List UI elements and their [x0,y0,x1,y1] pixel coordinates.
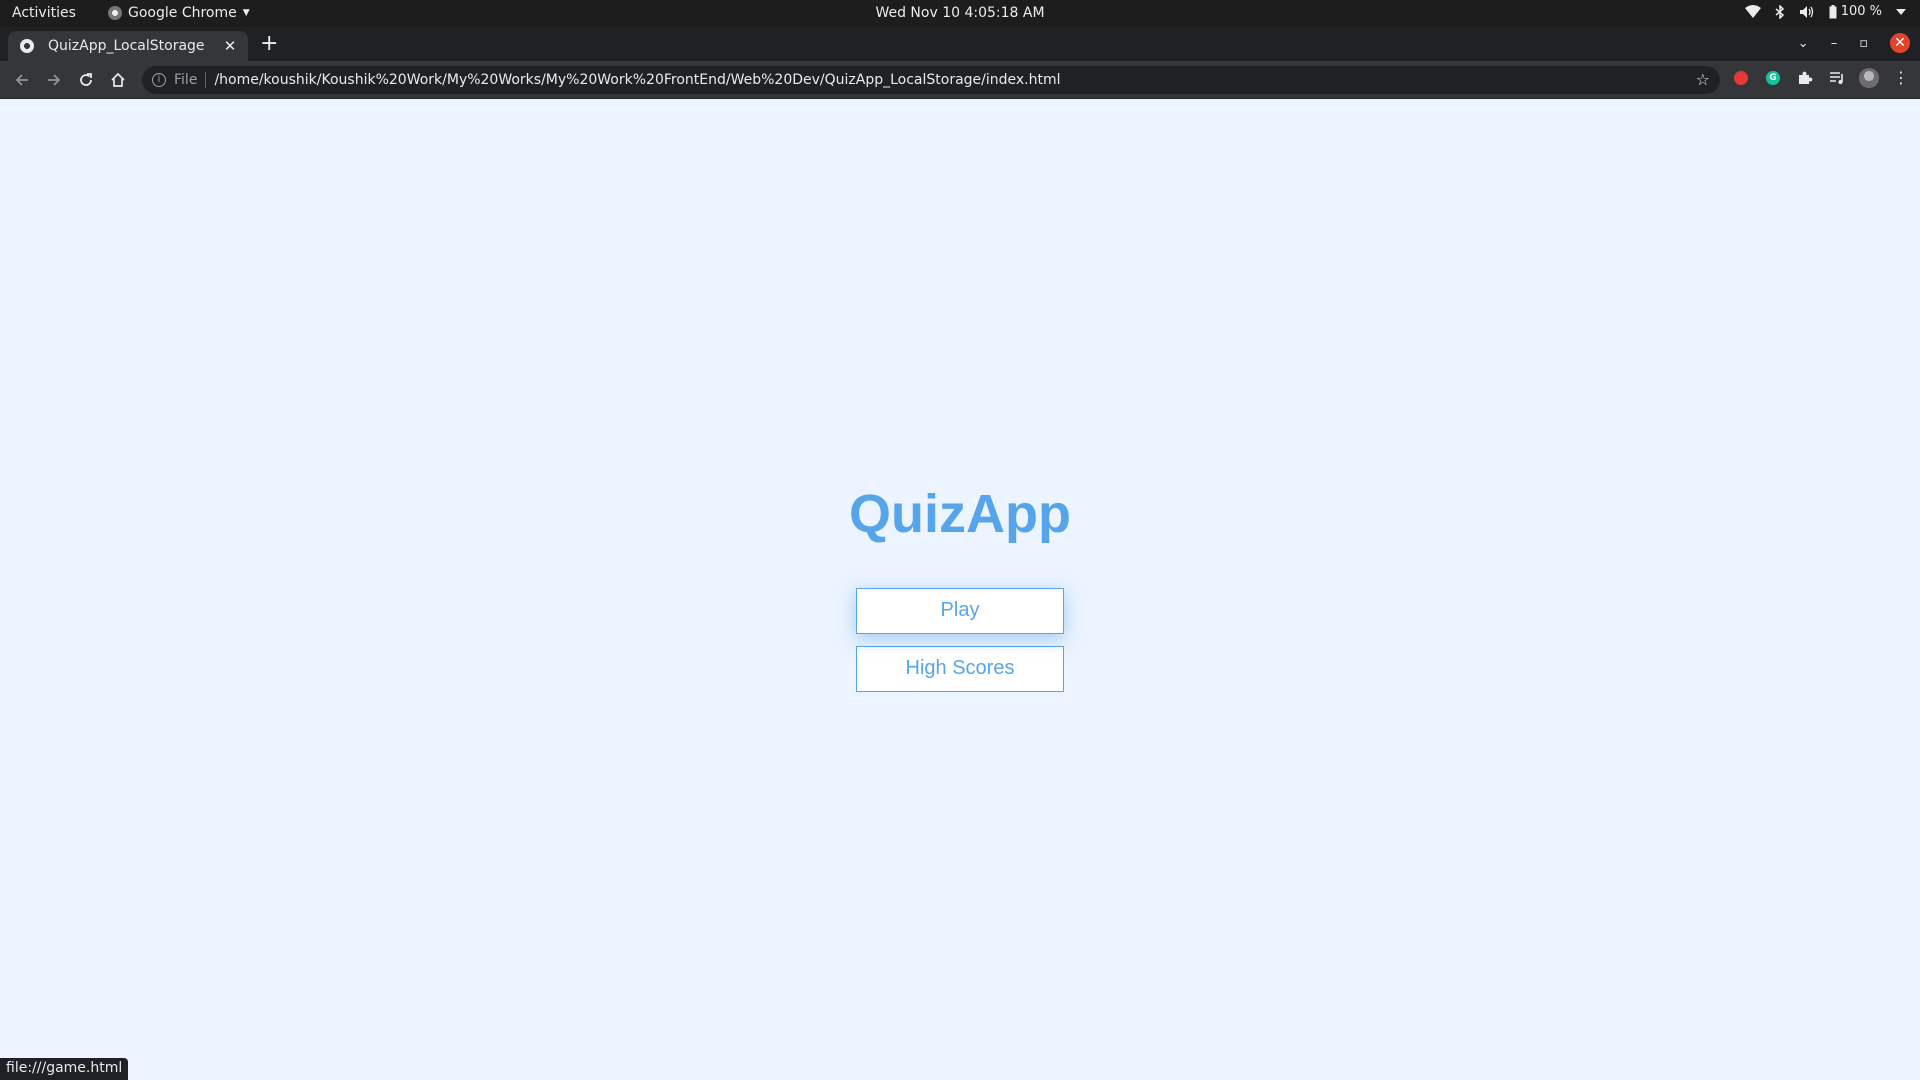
kebab-menu-icon: ⋮ [1893,68,1909,87]
url-scheme-label: File [174,72,198,88]
home-button[interactable] [102,64,134,96]
extension-grammarly[interactable]: G [1762,67,1784,89]
arrow-left-icon [15,74,28,86]
red-extension-icon [1734,71,1748,85]
tab-close-icon[interactable]: ✕ [218,37,242,55]
system-tray[interactable]: 100 % [1744,4,1906,19]
reload-icon [80,73,92,86]
app-menu-label: Google Chrome [128,5,237,21]
minimize-button[interactable]: – [1831,36,1838,51]
clock-label[interactable]: Wed Nov 10 4:05:18 AM [875,5,1044,21]
activities-button[interactable]: Activities [12,5,76,21]
bookmark-star-icon[interactable]: ☆ [1696,70,1710,89]
forward-button[interactable] [38,64,70,96]
home-container: QuizApp Play High Scores [0,99,1920,1080]
address-bar[interactable]: i File /home/koushik/Koushik%20Work/My%2… [142,66,1720,94]
playlist-icon [1830,72,1843,84]
bluetooth-icon [1775,4,1784,19]
extensions-area: G ⋮ [1730,67,1912,89]
browser-toolbar: i File /home/koushik/Koushik%20Work/My%2… [0,61,1920,99]
high-scores-button[interactable]: High Scores [856,645,1064,692]
avatar [1859,68,1879,88]
battery-percent: 100 % [1840,4,1882,19]
tab-strip: QuizApp_LocalStorage ✕ + ⌄ – ▫ ✕ [0,27,1920,61]
profile-button[interactable] [1858,67,1880,89]
arrow-right-icon [48,74,61,86]
clock: Wed Nov 10 4:05:18 AM [0,5,1920,21]
os-top-bar: Activities Google Chrome ▼ Wed Nov 10 4:… [0,0,1920,27]
tray-chevron-down-icon [1896,8,1906,15]
grammarly-icon: G [1766,71,1780,85]
battery-status: 100 % [1829,4,1882,19]
chrome-icon [108,6,122,20]
puzzle-icon [1799,71,1813,84]
window-controls: ⌄ – ▫ ✕ [1798,33,1910,53]
extension-red[interactable] [1730,67,1752,89]
window-close-button[interactable]: ✕ [1890,33,1910,53]
status-bubble: file:///game.html [0,1058,129,1080]
reload-button[interactable] [70,64,102,96]
battery-icon [1829,4,1837,18]
tab-title: QuizApp_LocalStorage [48,38,205,54]
new-tab-button[interactable]: + [260,33,278,55]
extensions-button[interactable] [1794,67,1816,89]
wifi-icon [1744,5,1761,18]
chrome-menu-button[interactable]: ⋮ [1890,67,1912,89]
nav-buttons [6,64,134,96]
chevron-down-icon: ▼ [242,8,250,18]
home-icon [111,72,125,87]
app-menu[interactable]: Google Chrome ▼ [108,5,250,21]
back-button[interactable] [6,64,38,96]
tab-search-chevron-icon[interactable]: ⌄ [1798,36,1809,51]
volume-icon [1799,5,1813,18]
media-control-button[interactable] [1826,67,1848,89]
url-text[interactable]: /home/koushik/Koushik%20Work/My%20Works/… [214,72,1060,88]
play-button[interactable]: Play [856,587,1064,634]
page-viewport: QuizApp Play High Scores file:///game.ht… [0,99,1920,1080]
tab-quizapp[interactable]: QuizApp_LocalStorage ✕ [8,31,248,61]
page-title: QuizApp [849,483,1071,544]
restore-button[interactable]: ▫ [1859,36,1868,51]
omnibox-divider [205,72,207,88]
info-icon[interactable]: i [152,73,166,87]
globe-icon [20,39,34,53]
